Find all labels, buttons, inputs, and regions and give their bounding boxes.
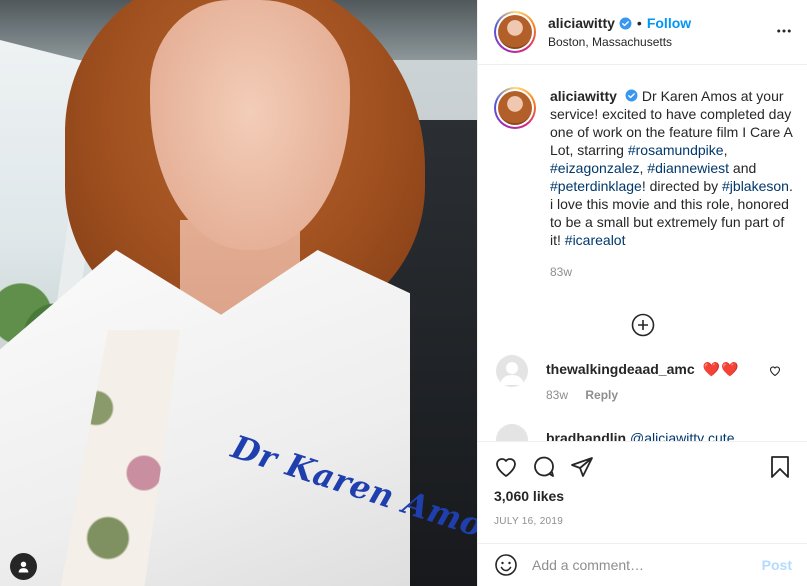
caption-body: ! directed by bbox=[641, 178, 723, 194]
comment-icon[interactable] bbox=[532, 455, 556, 479]
post-date[interactable]: JULY 16, 2019 bbox=[494, 516, 792, 527]
caption-avatar[interactable] bbox=[494, 87, 536, 129]
plus-circle-icon[interactable] bbox=[631, 313, 655, 337]
hashtag-link[interactable]: #jblakeson bbox=[722, 178, 789, 194]
reply-button[interactable]: Reply bbox=[585, 388, 618, 402]
comment-item: bradhandlin @aliciawitty cute bbox=[494, 424, 791, 441]
location-link[interactable]: Boston, Massachusetts bbox=[548, 35, 691, 49]
separator-dot: • bbox=[636, 15, 642, 31]
comment-username[interactable]: bradhandlin bbox=[546, 430, 626, 441]
caption-body: , bbox=[723, 142, 728, 158]
post-side-panel: aliciawitty • Follow Boston, Massachuset… bbox=[477, 0, 807, 586]
comment-username[interactable]: thewalkingdeaad_amc bbox=[546, 361, 695, 377]
caption-age: 83w bbox=[550, 265, 573, 279]
more-options-icon[interactable] bbox=[775, 22, 793, 43]
hashtag-link[interactable]: #rosamundpike bbox=[628, 142, 724, 158]
post-header: aliciawitty • Follow Boston, Massachuset… bbox=[478, 0, 807, 65]
post-button[interactable]: Post bbox=[762, 557, 792, 573]
avatar[interactable] bbox=[494, 11, 536, 53]
comments-area[interactable]: aliciawitty Dr Karen Amos at your service… bbox=[478, 65, 807, 441]
comment-avatar[interactable] bbox=[496, 424, 528, 441]
verified-badge-icon bbox=[625, 89, 638, 102]
post-actions: 3,060 likes JULY 16, 2019 bbox=[478, 441, 807, 527]
verified-badge-icon bbox=[619, 17, 632, 29]
load-more-comments[interactable] bbox=[494, 313, 791, 337]
follow-button[interactable]: Follow bbox=[647, 15, 691, 31]
likes-count[interactable]: 3,060 likes bbox=[494, 488, 792, 504]
post-photo[interactable]: Dr Karen Amos bbox=[0, 0, 477, 586]
comment-input[interactable] bbox=[532, 557, 762, 573]
comment-avatar[interactable] bbox=[496, 355, 528, 387]
comment-like-icon[interactable] bbox=[769, 364, 781, 380]
hashtag-link[interactable]: #peterdinklage bbox=[550, 178, 642, 194]
comment-age: 83w bbox=[546, 388, 569, 402]
hashtag-link[interactable]: #icarealot bbox=[565, 232, 626, 248]
comment-text: @aliciawitty cute bbox=[630, 430, 735, 441]
comment-text: ❤️❤️ bbox=[702, 361, 740, 377]
add-comment-bar: Post bbox=[478, 543, 807, 586]
header-username[interactable]: aliciawitty bbox=[548, 15, 615, 31]
comment-item: thewalkingdeaad_amc ❤️❤️ 83w Reply bbox=[494, 355, 791, 416]
caption-username[interactable]: aliciawitty bbox=[550, 88, 617, 104]
caption: aliciawitty Dr Karen Amos at your service… bbox=[494, 65, 793, 295]
hashtag-link[interactable]: #diannewiest bbox=[647, 160, 729, 176]
hashtag-link[interactable]: #eizagonzalez bbox=[550, 160, 640, 176]
caption-body: and bbox=[729, 160, 757, 176]
heart-icon[interactable] bbox=[494, 455, 518, 479]
caption-text: aliciawitty Dr Karen Amos at your service… bbox=[550, 87, 795, 249]
share-icon[interactable] bbox=[570, 455, 594, 479]
emoji-icon[interactable] bbox=[494, 553, 518, 577]
bookmark-icon[interactable] bbox=[768, 455, 792, 479]
user-tag-icon[interactable] bbox=[10, 553, 37, 580]
